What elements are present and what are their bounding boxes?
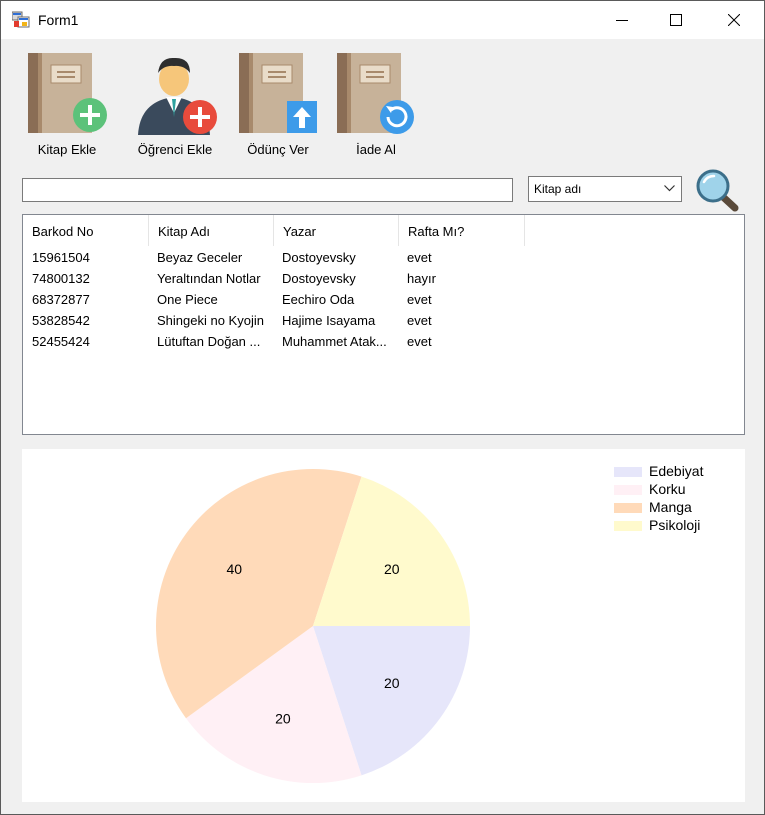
- cell-yazar: Dostoyevsky: [282, 250, 356, 265]
- pie-data-label: 40: [226, 561, 242, 577]
- title-bar[interactable]: Form1: [1, 1, 764, 39]
- legend-label: Korku: [649, 481, 686, 497]
- chevron-down-icon: [664, 185, 675, 192]
- category-chart: 20 20 40 20: [22, 449, 745, 802]
- legend-label: Manga: [649, 499, 692, 515]
- search-input[interactable]: [22, 178, 513, 202]
- close-button[interactable]: [705, 1, 763, 39]
- cell-barkod: 53828542: [32, 313, 90, 328]
- maximize-button[interactable]: [647, 1, 705, 39]
- cell-rafta-mi: evet: [407, 292, 432, 307]
- legend-label: Psikoloji: [649, 517, 701, 533]
- legend-swatch: [614, 485, 642, 495]
- table-row[interactable]: 52455424 Lütuftan Doğan ... Muhammet Ata…: [23, 332, 744, 353]
- search-icon[interactable]: [694, 168, 740, 212]
- book-list[interactable]: Barkod No Kitap Adı Yazar Rafta Mı? 1596…: [22, 214, 745, 435]
- cell-rafta-mi: evet: [407, 250, 432, 265]
- cell-yazar: Muhammet Atak...: [282, 334, 387, 349]
- cell-kitap-adi: Beyaz Geceler: [157, 250, 243, 265]
- main-window: Form1 Kitap Ekle Öğrenci Ekle Ödünç Ver …: [0, 0, 765, 815]
- pie-data-label: 20: [384, 675, 400, 691]
- maximize-icon: [670, 14, 682, 26]
- cell-rafta-mi: hayır: [407, 271, 436, 286]
- column-header-yazar[interactable]: Yazar: [274, 215, 399, 246]
- legend-swatch: [614, 467, 642, 477]
- table-row[interactable]: 68372877 One Piece Eechiro Oda evet: [23, 290, 744, 311]
- table-row[interactable]: 15961504 Beyaz Geceler Dostoyevsky evet: [23, 248, 744, 269]
- legend-label: Edebiyat: [649, 463, 704, 479]
- cell-yazar: Dostoyevsky: [282, 271, 356, 286]
- minimize-icon: [616, 20, 628, 21]
- ogrenci-ekle-label: Öğrenci Ekle: [137, 142, 213, 157]
- cell-rafta-mi: evet: [407, 313, 432, 328]
- cell-rafta-mi: evet: [407, 334, 432, 349]
- window-title: Form1: [38, 12, 79, 28]
- list-header: Barkod No Kitap Adı Yazar Rafta Mı?: [23, 215, 744, 246]
- pie-chart: 20 20 40 20: [156, 469, 470, 783]
- close-icon: [728, 14, 740, 26]
- pie-data-label: 20: [275, 711, 291, 727]
- book-return-icon: [337, 53, 414, 134]
- column-header-kitap-adi[interactable]: Kitap Adı: [149, 215, 274, 246]
- pie-data-label: 20: [384, 561, 400, 577]
- cell-kitap-adi: One Piece: [157, 292, 218, 307]
- minimize-button[interactable]: [593, 1, 651, 39]
- table-row[interactable]: 74800132 Yeraltından Notlar Dostoyevsky …: [23, 269, 744, 290]
- book-lend-icon: [239, 53, 317, 133]
- cell-barkod: 15961504: [32, 250, 90, 265]
- iade-al-label: İade Al: [356, 142, 396, 157]
- ogrenci-ekle-button[interactable]: Öğrenci Ekle: [132, 51, 218, 161]
- column-header-barkod[interactable]: Barkod No: [23, 215, 149, 246]
- cell-yazar: Eechiro Oda: [282, 292, 355, 307]
- kitap-ekle-label: Kitap Ekle: [37, 142, 97, 157]
- legend-swatch: [614, 521, 642, 531]
- cell-barkod: 68372877: [32, 292, 90, 307]
- kitap-ekle-button[interactable]: Kitap Ekle: [25, 51, 109, 161]
- column-header-rafta-mi[interactable]: Rafta Mı?: [399, 215, 525, 246]
- search-filter-select[interactable]: Kitap adı: [528, 176, 682, 202]
- iade-al-button[interactable]: İade Al: [335, 51, 417, 161]
- cell-kitap-adi: Shingeki no Kyojin: [157, 313, 264, 328]
- odunc-ver-label: Ödünç Ver: [247, 142, 309, 157]
- cell-yazar: Hajime Isayama: [282, 313, 376, 328]
- search-filter-value: Kitap adı: [534, 182, 582, 196]
- student-add-icon: [138, 57, 217, 135]
- book-add-icon: [28, 53, 107, 133]
- cell-barkod: 74800132: [32, 271, 90, 286]
- app-icon: [12, 11, 30, 28]
- cell-kitap-adi: Yeraltından Notlar: [157, 271, 261, 286]
- cell-kitap-adi: Lütuftan Doğan ...: [157, 334, 261, 349]
- legend-swatch: [614, 503, 642, 513]
- cell-barkod: 52455424: [32, 334, 90, 349]
- odunc-ver-button[interactable]: Ödünç Ver: [239, 51, 317, 161]
- table-row[interactable]: 53828542 Shingeki no Kyojin Hajime Isaya…: [23, 311, 744, 332]
